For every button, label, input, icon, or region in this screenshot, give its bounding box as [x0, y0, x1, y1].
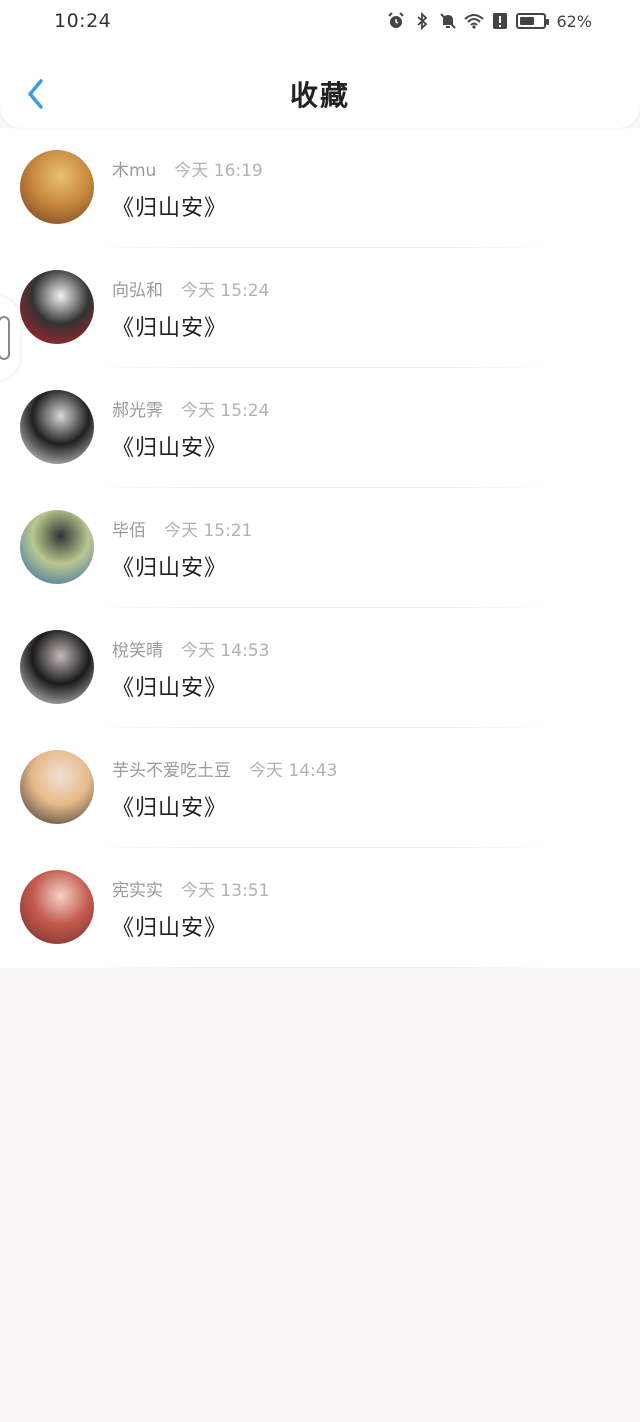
item-meta: 梲笑晴 今天 14:53	[112, 636, 269, 661]
wifi-icon	[464, 11, 485, 31]
status-icons: 62%	[386, 11, 592, 31]
avatar[interactable]	[20, 510, 94, 584]
item-meta: 芋头不爱吃土豆 今天 14:43	[112, 756, 337, 781]
item-meta: 木mu 今天 16:19	[112, 156, 263, 181]
battery-percent: 62%	[556, 11, 592, 31]
favorites-list: 木mu 今天 16:19 《归山安》 向弘和 今天 15:24 《归山安》 郝光霁 今天 15…	[0, 128, 640, 968]
favorite-title[interactable]: 《归山安》	[112, 190, 227, 222]
item-meta: 宪实实 今天 13:51	[112, 876, 269, 901]
timestamp: 今天 14:53	[181, 641, 270, 661]
bluetooth-icon	[412, 11, 432, 31]
divider	[96, 967, 548, 968]
floating-side-handle[interactable]	[0, 296, 20, 380]
mute-icon	[438, 11, 458, 31]
timestamp: 今天 15:24	[181, 281, 270, 301]
avatar[interactable]	[20, 150, 94, 224]
avatar[interactable]	[20, 750, 94, 824]
author-name: 向弘和	[112, 281, 163, 301]
list-item[interactable]: 郝光霁 今天 15:24 《归山安》	[0, 368, 640, 488]
list-item[interactable]: 向弘和 今天 15:24 《归山安》	[0, 248, 640, 368]
timestamp: 今天 15:24	[181, 401, 270, 421]
author-name: 毕佰	[112, 521, 146, 541]
timestamp: 今天 15:21	[164, 521, 253, 541]
page-title: 收藏	[289, 79, 350, 112]
favorite-title[interactable]: 《归山安》	[112, 910, 227, 942]
favorite-title[interactable]: 《归山安》	[112, 550, 227, 582]
favorite-title[interactable]: 《归山安》	[112, 310, 227, 342]
list-item[interactable]: 梲笑晴 今天 14:53 《归山安》	[0, 608, 640, 728]
item-meta: 毕佰 今天 15:21	[112, 516, 252, 541]
avatar[interactable]	[20, 870, 94, 944]
timestamp: 今天 16:19	[174, 161, 263, 181]
avatar[interactable]	[20, 630, 94, 704]
app-header: 10:24 62% 收藏	[0, 0, 640, 128]
avatar[interactable]	[20, 270, 94, 344]
handle-grip-icon	[0, 316, 10, 360]
alarm-icon	[386, 11, 406, 31]
item-meta: 向弘和 今天 15:24	[112, 276, 269, 301]
author-name: 梲笑晴	[112, 641, 163, 661]
author-name: 宪实实	[112, 881, 163, 901]
battery-icon	[516, 13, 550, 29]
list-item[interactable]: 宪实实 今天 13:51 《归山安》	[0, 848, 640, 968]
list-item[interactable]: 毕佰 今天 15:21 《归山安》	[0, 488, 640, 608]
favorite-title[interactable]: 《归山安》	[112, 430, 227, 462]
favorite-title[interactable]: 《归山安》	[112, 670, 227, 702]
author-name: 芋头不爱吃土豆	[112, 761, 231, 781]
alert-icon	[490, 11, 510, 31]
list-item[interactable]: 木mu 今天 16:19 《归山安》	[0, 128, 640, 248]
battery-fill	[520, 17, 535, 25]
timestamp: 今天 13:51	[181, 881, 270, 901]
favorite-title[interactable]: 《归山安》	[112, 790, 227, 822]
avatar[interactable]	[20, 390, 94, 464]
timestamp: 今天 14:43	[249, 761, 338, 781]
author-name: 郝光霁	[112, 401, 163, 421]
status-time: 10:24	[54, 10, 112, 32]
item-meta: 郝光霁 今天 15:24	[112, 396, 269, 421]
author-name: 木mu	[112, 161, 157, 181]
list-item[interactable]: 芋头不爱吃土豆 今天 14:43 《归山安》	[0, 728, 640, 848]
